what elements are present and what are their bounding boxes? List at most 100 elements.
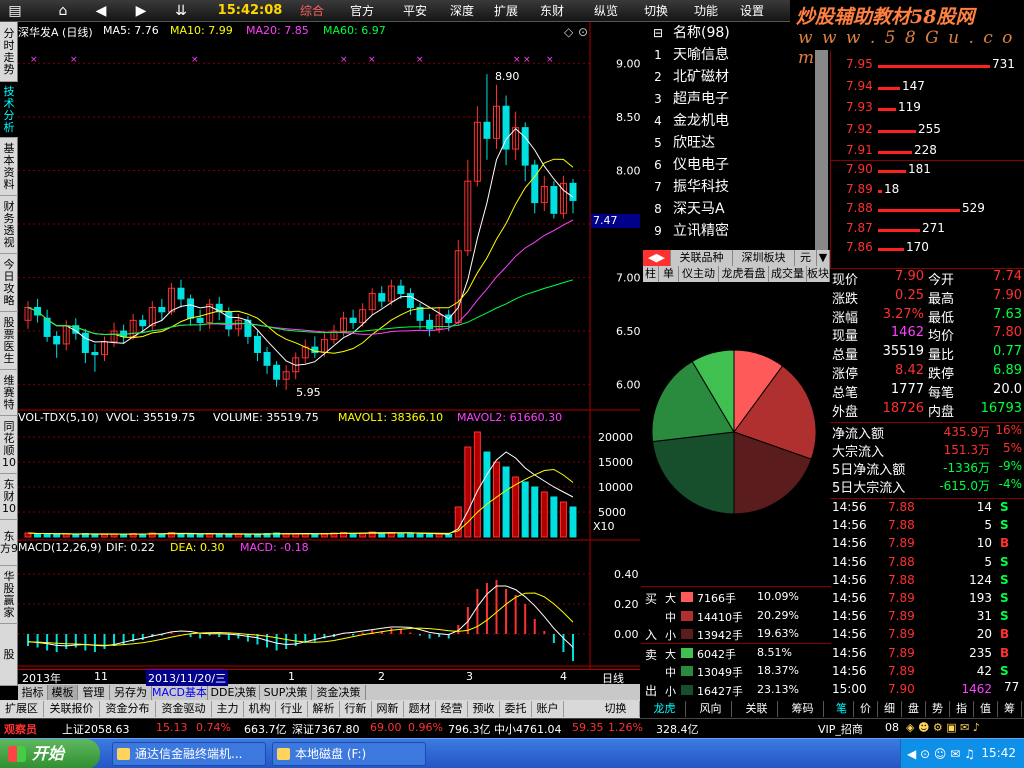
tab-manage[interactable]: 管理 (78, 685, 110, 701)
task-tdx[interactable]: 通达信金融终端机... (112, 742, 266, 766)
list-subtab-1[interactable]: 深圳板块 (733, 250, 795, 266)
list-item[interactable]: 5 欣旺达 (643, 132, 715, 154)
tab-sup[interactable]: SUP决策 (260, 685, 312, 701)
menu-item-9[interactable]: 设置 (734, 0, 770, 22)
tab-ext-4[interactable]: 主力 (212, 701, 244, 717)
list-item[interactable]: 8 深天马A (643, 198, 724, 220)
left-tab-9[interactable]: 东方9 (0, 520, 18, 566)
tab-zhi2[interactable]: 值 (974, 701, 998, 717)
tab-ext-7[interactable]: 解析 (308, 701, 340, 717)
task-label: 通达信金融终端机... (135, 747, 243, 761)
tab-zhi[interactable]: 指 (950, 701, 974, 717)
tab-fund[interactable]: 资金决策 (312, 685, 366, 701)
list-item[interactable]: 6 仪电电子 (643, 154, 729, 176)
panel-tab-0[interactable]: 柱 (643, 266, 659, 282)
menu-icon[interactable]: ▤ (0, 0, 30, 22)
list-item[interactable]: 7 振华科技 (643, 176, 729, 198)
tray-icons[interactable]: ◀ ⊙ ☺ ✉ ♫ (907, 747, 975, 761)
list-item[interactable]: 9 立讯精密 (643, 220, 729, 242)
panel-tab-2[interactable]: 仪主动 (679, 266, 719, 282)
tab-ext-12[interactable]: 预收 (468, 701, 500, 717)
list-subtab-2[interactable]: 元 (795, 250, 817, 266)
candle-body (196, 317, 204, 323)
tab-save-as[interactable]: 另存为 (110, 685, 152, 701)
tab-bi[interactable]: 笔 (830, 701, 854, 717)
tab-ext-14[interactable]: 账户 (532, 701, 564, 717)
period-label[interactable]: 日线 (602, 670, 624, 686)
tab-macd-basic[interactable]: MACD基本 (152, 685, 208, 701)
home-icon[interactable]: ⌂ (48, 0, 78, 22)
panel-tab-4[interactable]: 成交量 (769, 266, 807, 282)
left-tab-6[interactable]: 维赛特 (0, 370, 18, 416)
tab-ext-6[interactable]: 行业 (276, 701, 308, 717)
start-button[interactable]: 开始 (0, 739, 100, 768)
left-tab-1[interactable]: 技术分析 (0, 82, 18, 138)
list-scrollbar[interactable] (815, 50, 828, 250)
kline-chart[interactable]: 9.008.508.007.507.006.506.008.905.952000… (18, 22, 640, 669)
menu-item-7[interactable]: 切换 (638, 0, 674, 22)
tab-chouma[interactable]: 筹码 (782, 701, 824, 717)
panel-tab-5[interactable]: 板块 (807, 266, 830, 282)
left-tab-7[interactable]: 同花顺10 (0, 416, 18, 474)
vip-label[interactable]: VIP_招商 (818, 721, 863, 737)
list-subtab-arrows[interactable]: ◀▶ (643, 250, 671, 266)
menu-item-6[interactable]: 纵览 (588, 0, 624, 22)
left-tab-3[interactable]: 财务透视 (0, 196, 18, 254)
left-tab-11[interactable]: 股 (0, 624, 18, 686)
tab-ext-0[interactable]: 扩展区 (0, 701, 44, 717)
tab-fengxiang[interactable]: 风向 (690, 701, 732, 717)
back-arrow-icon[interactable]: ◀ (86, 0, 116, 22)
menu-item-5[interactable]: 东财 (534, 0, 570, 22)
menu-item-0[interactable]: 综合 (292, 0, 332, 22)
list-item[interactable]: 4 金龙机电 (643, 110, 729, 132)
list-item[interactable]: 2 北矿磁材 (643, 66, 729, 88)
tab-ext-10[interactable]: 题材 (404, 701, 436, 717)
tab-xi[interactable]: 细 (878, 701, 902, 717)
tab-longhu[interactable]: 龙虎 (644, 701, 686, 717)
tab-template[interactable]: 模板 (48, 685, 78, 701)
list-subtab-0[interactable]: 关联品种 (671, 250, 733, 266)
panel-tab-1[interactable]: 单 (659, 266, 679, 282)
menu-item-1[interactable]: 官方 (342, 0, 382, 22)
tab-jia[interactable]: 价 (854, 701, 878, 717)
index-zx[interactable]: 中小4761.04 (494, 721, 562, 737)
left-tab-4[interactable]: 今日攻略 (0, 254, 18, 312)
panel-tab-3[interactable]: 龙虎看盘 (719, 266, 769, 282)
tick-volume: 5 (984, 554, 992, 569)
scroll-down-icon[interactable]: ▼ (817, 250, 830, 266)
tab-dde[interactable]: DDE决策 (208, 685, 260, 701)
index-sz[interactable]: 深证7367.80 (292, 721, 360, 737)
tab-pan[interactable]: 盘 (902, 701, 926, 717)
tab-ext-3[interactable]: 资金驱动 (156, 701, 212, 717)
index-sh[interactable]: 上证2058.63 (62, 721, 130, 737)
tab-guanlian[interactable]: 关联 (736, 701, 778, 717)
menu-item-2[interactable]: 平安 (396, 0, 434, 22)
tab-ext-9[interactable]: 网新 (372, 701, 404, 717)
fundflow-percent: -9% (998, 459, 1022, 473)
collapse-icon[interactable]: ⊟ (643, 22, 673, 44)
menu-item-4[interactable]: 扩展 (488, 0, 524, 22)
list-item[interactable]: 1 天喻信息 (643, 44, 729, 66)
tab-ext-11[interactable]: 经营 (436, 701, 468, 717)
tab-ext-15[interactable]: 切换 (592, 701, 640, 717)
tab-ext-13[interactable]: 委托 (500, 701, 532, 717)
tab-indicator[interactable]: 指标 (18, 685, 48, 701)
tab-ext-5[interactable]: 机构 (244, 701, 276, 717)
tab-chou[interactable]: 筹 (998, 701, 1022, 717)
menu-item-8[interactable]: 功能 (688, 0, 724, 22)
tab-shi[interactable]: 势 (926, 701, 950, 717)
forward-arrow-icon[interactable]: ▶ (126, 0, 156, 22)
menu-item-3[interactable]: 深度 (444, 0, 480, 22)
task-disk[interactable]: 本地磁盘 (F:) (272, 742, 426, 766)
double-down-icon[interactable]: ⇊ (166, 0, 196, 22)
fund-distribution-pie (651, 349, 817, 515)
list-item[interactable]: 3 超声电子 (643, 88, 729, 110)
left-tab-0[interactable]: 分时走势 (0, 22, 18, 82)
tab-ext-8[interactable]: 行新 (340, 701, 372, 717)
tab-ext-1[interactable]: 关联报价 (44, 701, 100, 717)
left-tab-5[interactable]: 股票医生 (0, 312, 18, 370)
tab-ext-2[interactable]: 资金分布 (100, 701, 156, 717)
left-tab-8[interactable]: 东财10 (0, 474, 18, 520)
left-tab-10[interactable]: 华股赢家 (0, 566, 18, 624)
left-tab-2[interactable]: 基本资料 (0, 138, 18, 196)
